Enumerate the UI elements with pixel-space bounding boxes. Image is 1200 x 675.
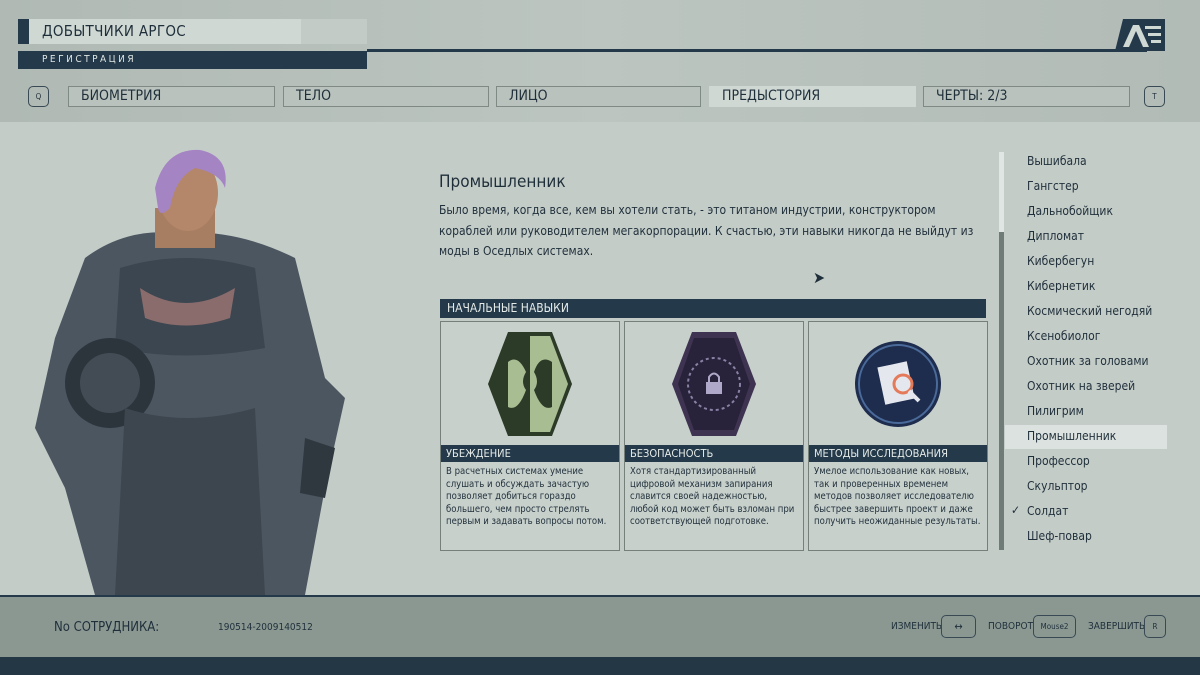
employee-label: No СОТРУДНИКА: bbox=[54, 620, 160, 635]
scrollbar-top[interactable] bbox=[999, 152, 1004, 232]
next-tab-key[interactable]: T bbox=[1144, 86, 1165, 107]
background-list-item[interactable]: Дипломат bbox=[1005, 225, 1167, 249]
tab-background[interactable]: ПРЕДЫСТОРИЯ bbox=[709, 86, 916, 107]
skill-name: МЕТОДЫ ИССЛЕДОВАНИЯ bbox=[809, 445, 987, 462]
list-item-label: Пилигрим bbox=[1027, 404, 1084, 418]
tab-biometry[interactable]: БИОМЕТРИЯ bbox=[68, 86, 275, 107]
tab-body[interactable]: ТЕЛО bbox=[283, 86, 489, 107]
list-item-label: Шеф-повар bbox=[1027, 529, 1092, 543]
list-item-label: Кибербегун bbox=[1027, 254, 1095, 268]
security-icon bbox=[672, 331, 756, 436]
background-list-item[interactable]: Дальнобойщик bbox=[1005, 200, 1167, 224]
skill-card-research-methods[interactable]: МЕТОДЫ ИССЛЕДОВАНИЯ Умелое использование… bbox=[808, 321, 988, 551]
background-list-item[interactable]: Охотник за головами bbox=[1005, 350, 1167, 374]
list-item-label: Солдат bbox=[1027, 504, 1069, 518]
background-list-item[interactable]: Кибербегун bbox=[1005, 250, 1167, 274]
skill-description: Умелое использование как новых, так и пр… bbox=[814, 466, 981, 527]
background-description: Было время, когда все, кем вы хотели ста… bbox=[439, 203, 974, 258]
finish-key[interactable]: R bbox=[1144, 615, 1166, 638]
list-item-label: Вышибала bbox=[1027, 154, 1087, 168]
background-list-item[interactable]: Вышибала bbox=[1005, 150, 1167, 174]
background-list-item[interactable]: Кибернетик bbox=[1005, 275, 1167, 299]
mouse-cursor-icon: ➤ bbox=[813, 268, 826, 287]
background-list-item[interactable]: Ксенобиолог bbox=[1005, 325, 1167, 349]
starting-skills-header: НАЧАЛЬНЫЕ НАВЫКИ bbox=[440, 299, 986, 318]
list-item-label: Охотник на зверей bbox=[1027, 379, 1136, 393]
background-title: Промышленник bbox=[439, 172, 566, 192]
list-item-label: Профессор bbox=[1027, 454, 1090, 468]
title-accent bbox=[18, 19, 29, 44]
skill-name: УБЕЖДЕНИЕ bbox=[441, 445, 619, 462]
divider bbox=[367, 49, 1147, 52]
list-item-label: Дипломат bbox=[1027, 229, 1085, 243]
background-list-item[interactable]: Промышленник bbox=[1005, 425, 1167, 449]
list-item-label: Кибернетик bbox=[1027, 279, 1096, 293]
skill-card-persuasion[interactable]: УБЕЖДЕНИЕ В расчетных системах умение сл… bbox=[440, 321, 620, 551]
scrollbar-thumb[interactable] bbox=[999, 232, 1004, 550]
background-list-item[interactable]: Профессор bbox=[1005, 450, 1167, 474]
list-item-label: Гангстер bbox=[1027, 179, 1079, 193]
page-title: ДОБЫТЧИКИ АРГОС bbox=[42, 22, 187, 40]
persuasion-icon bbox=[488, 331, 572, 436]
change-label: ИЗМЕНИТЬ bbox=[891, 621, 943, 632]
constellation-logo-icon bbox=[1115, 19, 1165, 51]
background-list-item[interactable]: Космический негодяй bbox=[1005, 300, 1167, 324]
background-list-item[interactable]: Гангстер bbox=[1005, 175, 1167, 199]
tab-traits[interactable]: ЧЕРТЫ: 2/3 bbox=[923, 86, 1130, 107]
skill-name: БЕЗОПАСНОСТЬ bbox=[625, 445, 803, 462]
list-item-label: Дальнобойщик bbox=[1027, 204, 1113, 218]
skill-description: В расчетных системах умение слушать и об… bbox=[446, 466, 607, 527]
rotate-key[interactable]: Mouse2 bbox=[1033, 615, 1076, 638]
skill-card-security[interactable]: БЕЗОПАСНОСТЬ Хотя стандартизированный ци… bbox=[624, 321, 804, 551]
skill-description: Хотя стандартизированный цифровой механи… bbox=[630, 466, 795, 527]
list-item-label: Скульптор bbox=[1027, 479, 1088, 493]
checkmark-icon: ✓ bbox=[1011, 503, 1021, 517]
list-item-label: Ксенобиолог bbox=[1027, 329, 1101, 343]
background-list-item[interactable]: ✓ Солдат bbox=[1005, 500, 1167, 524]
employee-id: 190514-2009140512 bbox=[218, 622, 313, 633]
prev-tab-key[interactable]: Q bbox=[28, 86, 49, 107]
list-item-label: Охотник за головами bbox=[1027, 354, 1149, 368]
subtitle: РЕГИСТРАЦИЯ bbox=[18, 51, 367, 69]
finish-label: ЗАВЕРШИТЬ bbox=[1088, 621, 1146, 632]
bottom-bar bbox=[0, 657, 1200, 675]
rotate-label: ПОВОРОТ bbox=[988, 621, 1034, 632]
background-list-item[interactable]: Шеф-повар bbox=[1005, 525, 1167, 549]
list-item-label: Промышленник bbox=[1027, 429, 1117, 443]
background-list-item[interactable]: Охотник на зверей bbox=[1005, 375, 1167, 399]
change-key[interactable]: ↔ bbox=[941, 615, 976, 638]
background-list-item[interactable]: Скульптор bbox=[1005, 475, 1167, 499]
character-portrait[interactable] bbox=[25, 148, 355, 595]
background-list-item[interactable]: Пилигрим bbox=[1005, 400, 1167, 424]
research-methods-icon bbox=[855, 340, 941, 427]
list-item-label: Космический негодяй bbox=[1027, 304, 1153, 318]
tab-face[interactable]: ЛИЦО bbox=[496, 86, 701, 107]
